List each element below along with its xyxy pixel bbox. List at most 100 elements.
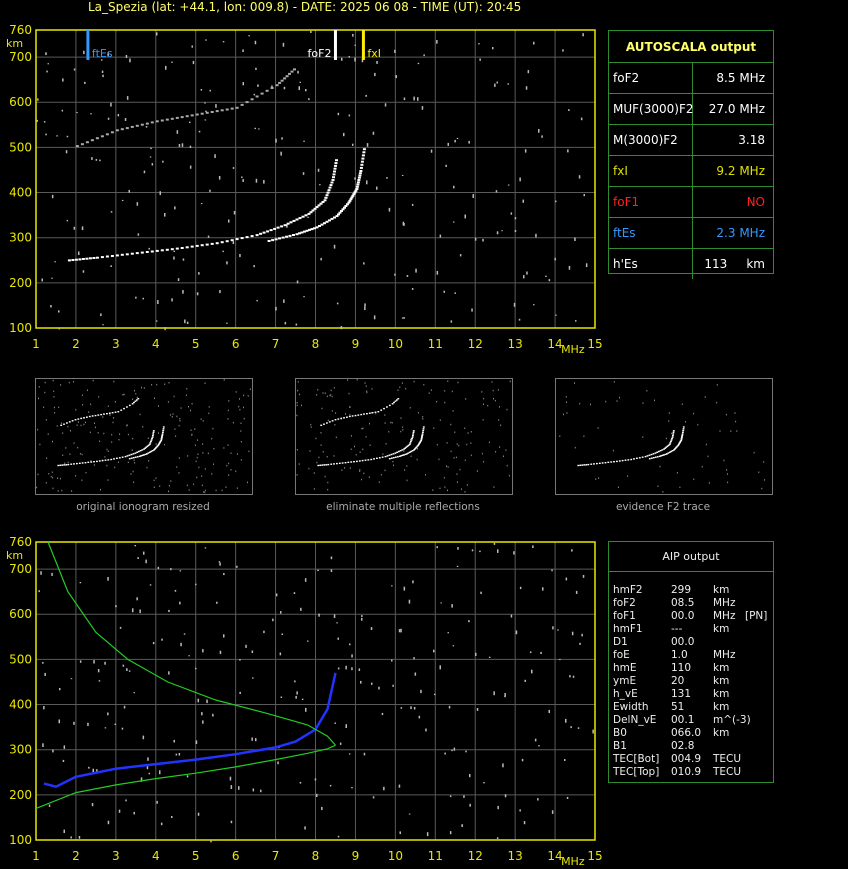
thumb-trace [84, 462, 87, 464]
point-x-trace [361, 154, 365, 157]
thumb-noise [443, 477, 445, 479]
point-multiple-reflection [288, 72, 291, 75]
thumb-noise [83, 423, 85, 426]
x-tick-label: 13 [508, 849, 523, 863]
y-tick-label: 760 [9, 23, 32, 37]
point-x-trace [360, 163, 364, 166]
noise-dot [201, 712, 203, 716]
ionogram-chart: 1 2 3 4 5 6 7 8 9 10 11 12 13 14 151002003004005006007… [6, 23, 603, 356]
point-multiple-reflection [225, 108, 229, 111]
caption-evidence: evidence F2 trace [615, 501, 711, 513]
thumb-noise [447, 380, 449, 382]
autoscala-value: 2.3 MHz [716, 226, 765, 240]
aip-name: hmE [613, 662, 637, 674]
thumb-noise [103, 432, 105, 435]
autoscala-value: 8.5 MHz [716, 71, 765, 85]
thumb-noise [62, 454, 64, 456]
noise-dot [275, 593, 278, 597]
thumb-noise [497, 389, 499, 391]
noise-dot [202, 649, 204, 653]
noise-dot [401, 174, 404, 176]
noise-dot [403, 586, 406, 591]
thumb-noise [365, 436, 367, 438]
thumb-noise [333, 455, 335, 457]
noise-dot [548, 279, 551, 282]
thumb-noise [204, 491, 206, 494]
noise-dot [449, 795, 452, 798]
thumb-noise [132, 398, 134, 400]
thumb-trace [126, 406, 128, 408]
point-multiple-reflection [160, 119, 164, 122]
thumb-noise [88, 411, 90, 413]
noise-dot [343, 132, 345, 137]
thumb-noise [438, 458, 440, 461]
thumb-trace [57, 464, 60, 467]
thumb-trace [149, 442, 152, 444]
thumb-noise [223, 379, 225, 381]
noise-dot [299, 781, 302, 784]
thumb-noise [37, 428, 39, 431]
point-o-trace [230, 239, 234, 242]
noise-dot [592, 729, 594, 734]
noise-dot [198, 272, 200, 275]
noise-dot [188, 655, 190, 657]
aip-name: foF1 [613, 610, 636, 622]
noise-dot [84, 81, 86, 84]
thumb-trace [672, 434, 674, 437]
noise-dot [434, 693, 436, 696]
thumb-noise [227, 409, 229, 412]
x-tick-label: 6 [232, 337, 240, 351]
noise-dot [400, 628, 402, 633]
thumb-trace [672, 430, 675, 432]
thumb-trace [60, 424, 63, 426]
point-o-trace [304, 214, 308, 217]
thumb-noise [392, 460, 394, 463]
thumb-noise [605, 400, 607, 403]
noise-dot [554, 257, 556, 261]
noise-dot [51, 277, 53, 279]
thumb-noise [235, 470, 237, 473]
thumb-trace [128, 454, 131, 456]
thumb-noise [590, 403, 591, 406]
noise-dot [329, 784, 332, 787]
noise-dot [139, 609, 141, 614]
noise-dot [523, 821, 526, 825]
point-o-trace [332, 173, 336, 176]
noise-dot [339, 742, 342, 745]
thumb-trace [377, 411, 380, 413]
aip-name: DelN_vE [613, 714, 657, 726]
thumb-noise [362, 448, 364, 451]
thumb-noise [428, 392, 430, 394]
thumb-trace [77, 418, 80, 420]
noise-dot [537, 798, 539, 801]
thumb-noise [296, 414, 298, 417]
autoscala-value: 3.18 [738, 133, 765, 147]
aip-unit: km [713, 701, 730, 713]
noise-dot [399, 831, 401, 835]
noise-dot [78, 251, 80, 255]
noise-dot [107, 117, 110, 120]
thumb-trace [350, 461, 353, 463]
thumb-noise [81, 394, 83, 396]
thumb-noise [509, 380, 511, 383]
point-x-trace [288, 234, 292, 237]
thumb-trace [671, 437, 673, 440]
noise-dot [540, 651, 542, 654]
noise-dot [317, 569, 319, 572]
noise-dot [241, 176, 243, 179]
noise-dot [439, 665, 441, 670]
point-multiple-reflection [283, 77, 287, 80]
noise-dot [448, 705, 451, 709]
thumb-trace [336, 462, 338, 465]
aip-name: foF2 [613, 597, 636, 609]
point-o-trace [100, 256, 104, 259]
thumb-noise [240, 422, 242, 424]
point-o-trace [280, 225, 284, 228]
point-o-trace [328, 186, 332, 189]
thumb-trace [120, 409, 123, 411]
noise-dot [157, 566, 160, 570]
noise-dot [403, 97, 406, 101]
thumb-trace [132, 457, 135, 459]
noise-dot [423, 54, 425, 57]
thumb-trace [604, 462, 607, 464]
